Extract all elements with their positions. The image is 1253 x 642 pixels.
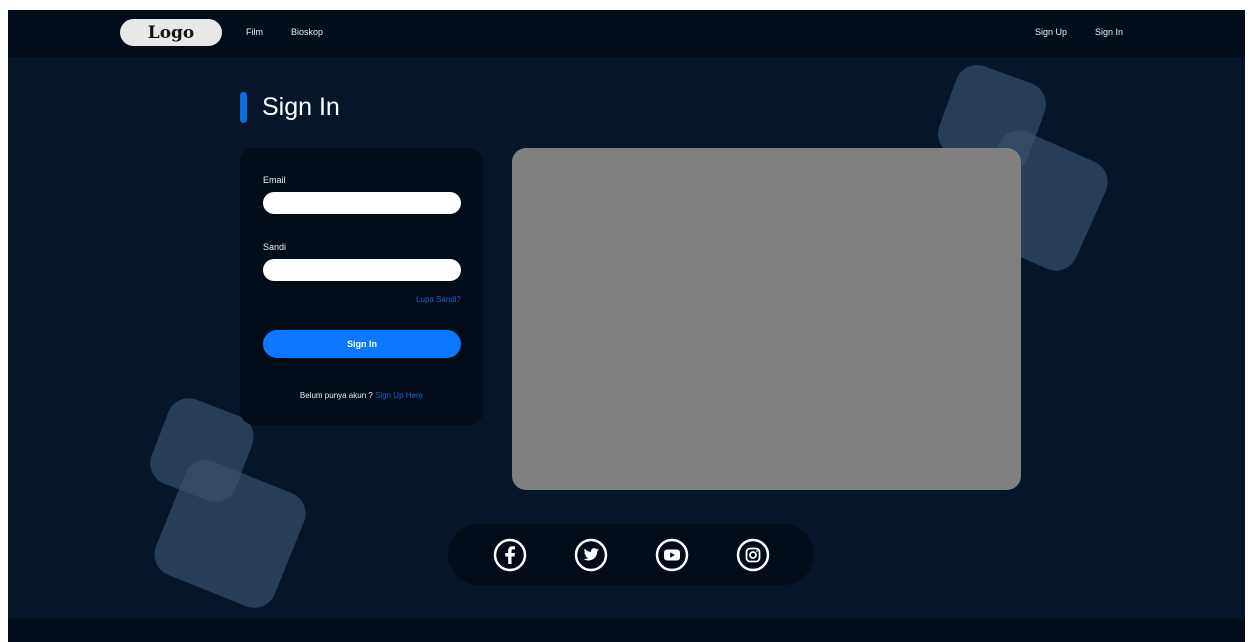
sign-in-button[interactable]: Sign In [263, 330, 461, 358]
password-field[interactable] [263, 259, 461, 281]
nav-sign-up[interactable]: Sign Up [1035, 27, 1067, 37]
nav-link-bioskop[interactable]: Bioskop [291, 27, 323, 37]
page-title: Sign In [262, 93, 340, 121]
image-placeholder [512, 148, 1021, 490]
sign-in-form: Email Sandi Lupa Sandi? Sign In Belum pu… [240, 148, 483, 425]
top-navigation: Logo Film Bioskop Sign Up Sign In [8, 10, 1245, 57]
password-label: Sandi [263, 242, 287, 252]
twitter-icon[interactable] [574, 538, 608, 572]
title-accent-bar [240, 92, 247, 123]
forgot-password-link[interactable]: Lupa Sandi? [416, 295, 461, 304]
email-field[interactable] [263, 192, 461, 214]
instagram-icon[interactable] [736, 538, 770, 572]
footer-bar [8, 619, 1245, 642]
nav-link-film[interactable]: Film [246, 27, 263, 37]
logo[interactable]: Logo [120, 19, 222, 46]
register-prompt: Belum punya akun ? Sign Up Here [240, 391, 483, 400]
youtube-icon[interactable] [655, 538, 689, 572]
page-frame: Logo Film Bioskop Sign Up Sign In Sign I… [8, 10, 1245, 642]
register-prompt-text: Belum punya akun ? [299, 391, 373, 400]
social-links [448, 524, 814, 585]
nav-sign-in[interactable]: Sign In [1095, 27, 1123, 37]
email-label: Email [263, 175, 286, 185]
facebook-icon[interactable] [493, 538, 527, 572]
sign-up-here-link[interactable]: Sign Up Here [375, 391, 423, 400]
